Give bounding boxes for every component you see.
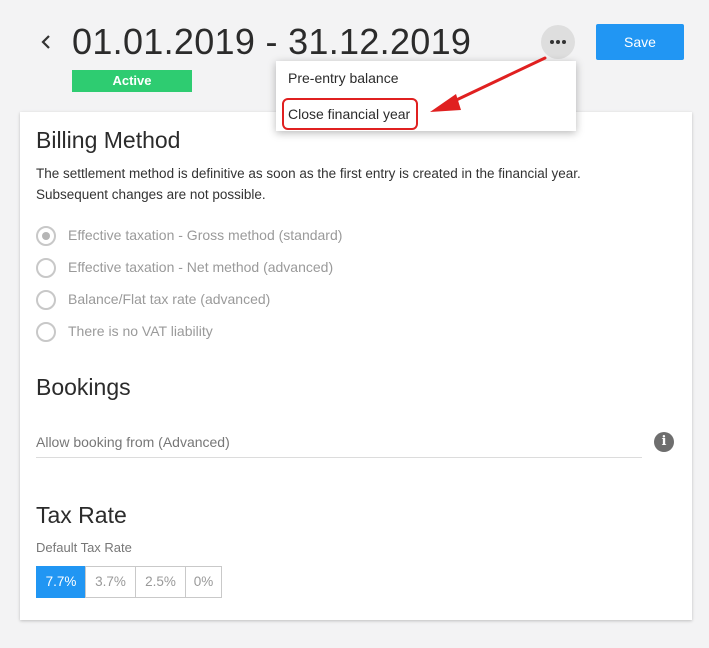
more-options-button[interactable]: [541, 25, 575, 59]
tax-option-0[interactable]: 0%: [185, 566, 222, 598]
radio-option-net[interactable]: Effective taxation - Net method (advance…: [36, 258, 436, 280]
billing-method-description: The settlement method is definitive as s…: [36, 166, 581, 202]
chevron-left-icon: [41, 35, 50, 49]
radio-option-flat-rate[interactable]: Balance/Flat tax rate (advanced): [36, 290, 436, 312]
menu-item-label: Pre-entry balance: [288, 70, 399, 86]
default-tax-rate-label: Default Tax Rate: [36, 540, 132, 555]
field-underline: [36, 457, 642, 458]
radio-button[interactable]: [36, 290, 56, 310]
tax-option-7-7[interactable]: 7.7%: [36, 566, 86, 598]
radio-option-no-vat[interactable]: There is no VAT liability: [36, 322, 436, 344]
radio-label: Effective taxation - Gross method (stand…: [68, 227, 343, 243]
menu-item-pre-entry-balance[interactable]: Pre-entry balance: [276, 61, 576, 95]
tax-option-3-7[interactable]: 3.7%: [85, 566, 136, 598]
billing-method-title: Billing Method: [36, 127, 181, 153]
bookings-title: Bookings: [36, 374, 131, 400]
page-title: 01.01.2019 - 31.12.2019: [72, 21, 472, 62]
radio-button[interactable]: [36, 322, 56, 342]
info-icon[interactable]: i: [654, 432, 674, 452]
tax-rate-title: Tax Rate: [36, 502, 127, 528]
more-dot-icon: [556, 40, 560, 44]
tax-option-2-5[interactable]: 2.5%: [135, 566, 186, 598]
radio-label: Effective taxation - Net method (advance…: [68, 259, 334, 275]
radio-label: There is no VAT liability: [68, 323, 213, 339]
more-dot-icon: [562, 40, 566, 44]
settings-card: Billing Method The settlement method is …: [20, 112, 692, 620]
radio-option-gross[interactable]: Effective taxation - Gross method (stand…: [36, 226, 436, 248]
back-button[interactable]: [36, 30, 56, 54]
tax-rate-selector: 7.7% 3.7% 2.5% 0%: [36, 566, 222, 598]
annotation-highlight-box: [282, 98, 418, 130]
radio-label: Balance/Flat tax rate (advanced): [68, 291, 271, 307]
more-dot-icon: [550, 40, 554, 44]
save-button[interactable]: Save: [596, 24, 684, 60]
allow-booking-from-field[interactable]: Allow booking from (Advanced): [36, 434, 230, 450]
radio-button[interactable]: [36, 226, 56, 246]
radio-button[interactable]: [36, 258, 56, 278]
status-badge: Active: [72, 70, 192, 92]
